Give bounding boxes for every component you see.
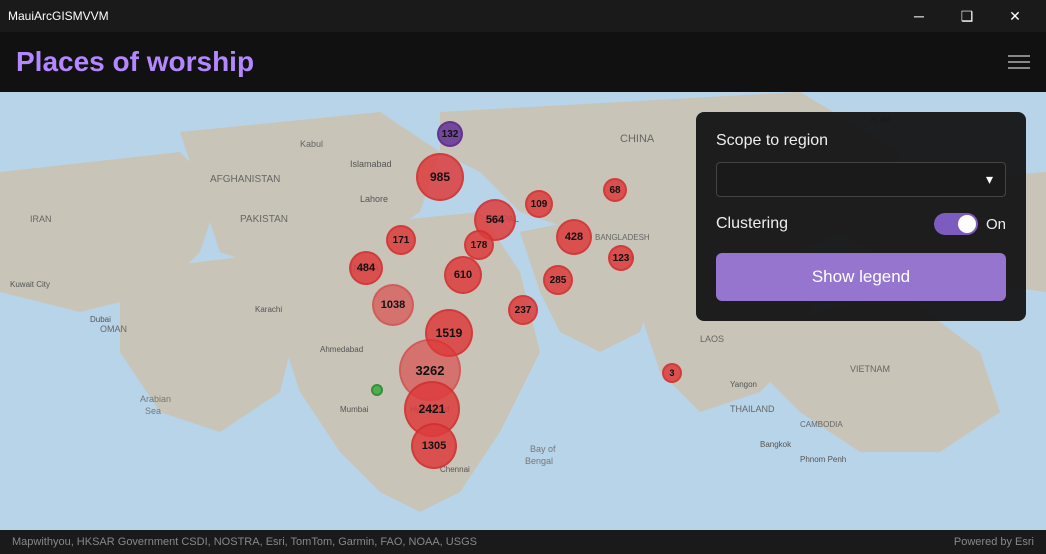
cluster-171[interactable]: 171 bbox=[386, 225, 416, 255]
svg-text:Yangon: Yangon bbox=[730, 380, 757, 389]
close-button[interactable]: ✕ bbox=[992, 0, 1038, 32]
cluster-3[interactable]: 3 bbox=[662, 363, 682, 383]
svg-text:CHINA: CHINA bbox=[620, 133, 655, 145]
svg-text:Bangkok: Bangkok bbox=[760, 440, 792, 449]
svg-text:AFGHANISTAN: AFGHANISTAN bbox=[210, 174, 280, 185]
cluster-285[interactable]: 285 bbox=[543, 265, 573, 295]
svg-text:BANGLADESH: BANGLADESH bbox=[595, 233, 650, 242]
app-name: MauiArcGISMVVM bbox=[8, 9, 109, 23]
svg-text:Mumbai: Mumbai bbox=[340, 405, 369, 414]
svg-text:VIETNAM: VIETNAM bbox=[850, 364, 890, 374]
menu-icon[interactable] bbox=[1008, 55, 1030, 69]
scope-dropdown[interactable]: ▾ bbox=[716, 162, 1006, 197]
cluster-68[interactable]: 68 bbox=[603, 178, 627, 202]
attribution: Mapwithyou, HKSAR Government CSDI, NOSTR… bbox=[12, 536, 477, 548]
svg-text:Kuwait City: Kuwait City bbox=[10, 280, 50, 289]
cluster-132[interactable]: 132 bbox=[437, 121, 463, 147]
svg-text:PAKISTAN: PAKISTAN bbox=[240, 214, 288, 225]
maximize-button[interactable]: ❑ bbox=[944, 0, 990, 32]
cluster-1038[interactable]: 1038 bbox=[372, 284, 414, 326]
settings-panel: Scope to region ▾ Clustering On Show leg… bbox=[696, 112, 1026, 321]
cluster-green-dot[interactable] bbox=[371, 384, 383, 396]
svg-text:Phnom Penh: Phnom Penh bbox=[800, 455, 846, 464]
svg-text:CAMBODIA: CAMBODIA bbox=[800, 420, 843, 429]
window-controls: ─ ❑ ✕ bbox=[896, 0, 1038, 32]
cluster-484[interactable]: 484 bbox=[349, 251, 383, 285]
svg-text:Sea: Sea bbox=[145, 406, 161, 416]
cluster-123[interactable]: 123 bbox=[608, 245, 634, 271]
svg-text:Bay of: Bay of bbox=[530, 444, 556, 454]
cluster-109[interactable]: 109 bbox=[525, 190, 553, 218]
svg-text:Karachi: Karachi bbox=[255, 305, 282, 314]
powered-by: Powered by Esri bbox=[954, 536, 1034, 548]
clustering-row: Clustering On bbox=[716, 213, 1006, 235]
svg-text:Arabian: Arabian bbox=[140, 394, 171, 404]
clustering-toggle-wrapper: On bbox=[934, 213, 1006, 235]
svg-text:Kabul: Kabul bbox=[300, 139, 323, 149]
svg-text:Ahmedabad: Ahmedabad bbox=[320, 345, 363, 354]
cluster-237[interactable]: 237 bbox=[508, 295, 538, 325]
svg-text:LAOS: LAOS bbox=[700, 334, 724, 344]
chevron-down-icon: ▾ bbox=[986, 171, 993, 188]
cluster-610[interactable]: 610 bbox=[444, 256, 482, 294]
cluster-1305[interactable]: 1305 bbox=[411, 423, 457, 469]
minimize-button[interactable]: ─ bbox=[896, 0, 942, 32]
title-bar: MauiArcGISMVVM ─ ❑ ✕ bbox=[0, 0, 1046, 32]
svg-text:Lahore: Lahore bbox=[360, 194, 388, 204]
scope-label: Scope to region bbox=[716, 132, 1006, 150]
svg-text:IRAN: IRAN bbox=[30, 214, 52, 224]
svg-text:Islamabad: Islamabad bbox=[350, 159, 392, 169]
svg-text:Bengal: Bengal bbox=[525, 456, 553, 466]
clustering-label: Clustering bbox=[716, 215, 922, 233]
cluster-985[interactable]: 985 bbox=[416, 153, 464, 201]
cluster-428[interactable]: 428 bbox=[556, 219, 592, 255]
cluster-178[interactable]: 178 bbox=[464, 230, 494, 260]
toggle-knob bbox=[958, 215, 976, 233]
page-title: Places of worship bbox=[16, 46, 254, 78]
svg-text:OMAN: OMAN bbox=[100, 324, 127, 334]
clustering-state: On bbox=[986, 216, 1006, 233]
app-header: Places of worship bbox=[0, 32, 1046, 92]
svg-text:THAILAND: THAILAND bbox=[730, 404, 775, 414]
footer: Mapwithyou, HKSAR Government CSDI, NOSTR… bbox=[0, 530, 1046, 554]
svg-text:Dubai: Dubai bbox=[90, 315, 111, 324]
clustering-toggle[interactable] bbox=[934, 213, 978, 235]
map-container[interactable]: AFGHANISTAN Kabul Xi'an IRAN Islamabad L… bbox=[0, 92, 1046, 530]
show-legend-button[interactable]: Show legend bbox=[716, 253, 1006, 301]
